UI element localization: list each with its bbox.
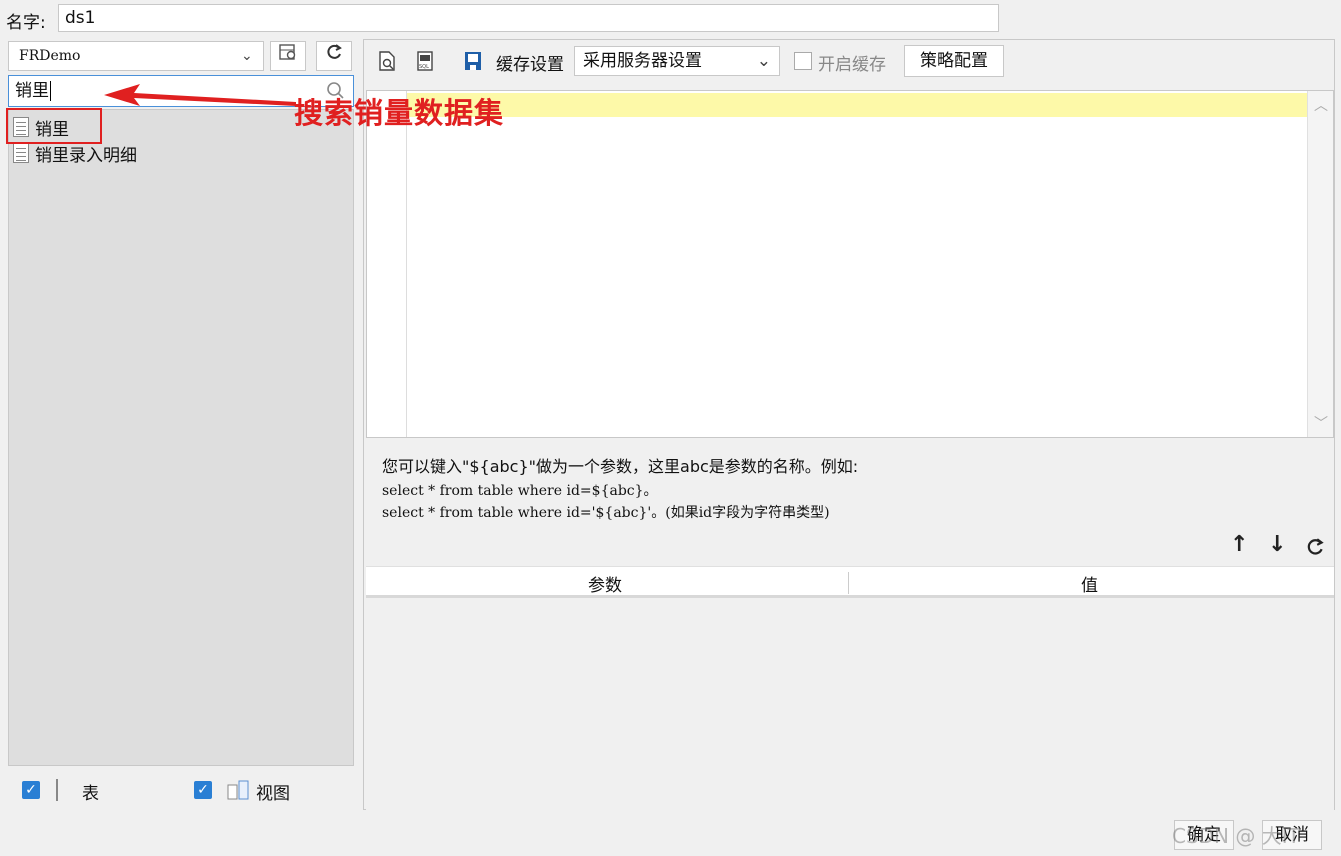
line-number-gutter [367,91,407,437]
scroll-down-icon[interactable]: ﹀ [1314,413,1328,433]
search-input-value: 销里 [15,81,49,101]
view-icon [227,780,249,800]
current-line-highlight [407,93,1307,117]
refresh-icon[interactable] [1304,536,1326,558]
annotation-text: 搜索销量数据集 [294,96,505,130]
table-tree: 销里 销里录入明细 [8,109,354,766]
column-divider[interactable] [848,572,849,594]
enable-cache-checkbox[interactable] [794,52,812,70]
col-header-value: 值 [1081,576,1098,596]
policy-config-button[interactable]: 策略配置 [904,45,1004,77]
preview-table-button[interactable] [270,41,306,71]
cache-icon [465,52,481,70]
cache-settings-label: 缓存设置 [496,55,564,75]
sql-panel: SQL 缓存设置 采用服务器设置 ⌄ 开启缓存 策略配置 ︿ ﹀ 您可以键入"$… [363,39,1335,810]
cache-select[interactable]: 采用服务器设置 ⌄ [574,46,780,76]
refresh-button[interactable] [316,41,352,71]
refresh-icon [327,44,342,59]
watermark: CSDN @ 大IT [1172,824,1300,848]
view-check-label: 视图 [256,784,290,804]
table-check-label: 表 [82,784,99,804]
text-caret [50,81,51,101]
param-table: 参数 值 [366,566,1334,810]
name-label: 名字: [6,13,46,33]
move-down-icon[interactable]: ↓ [1268,532,1286,557]
sql-editor[interactable]: ︿ ﹀ [366,90,1334,438]
param-actions: ↑ ↓ [1230,532,1330,562]
svg-text:SQL: SQL [419,64,429,70]
annotation-arrow [104,84,296,106]
parameter-hint: 您可以键入"${abc}"做为一个参数，这里abc是参数的名称。例如: sele… [382,454,858,524]
hint-line-3: select * from table where id='${abc}'。(如… [382,505,830,521]
tree-item-label: 销里录入明细 [35,145,137,166]
sql-icon[interactable]: SQL [414,50,436,72]
annotation-highlight-box [6,108,102,144]
scroll-up-icon[interactable]: ︿ [1314,95,1328,115]
sql-toolbar: SQL 缓存设置 采用服务器设置 ⌄ 开启缓存 策略配置 [364,40,1334,86]
hint-line-1: 您可以键入"${abc}"做为一个参数，这里abc是参数的名称。例如: [382,457,859,476]
chevron-down-icon: ⌄ [241,48,253,64]
chevron-down-icon: ⌄ [756,51,771,71]
filter-checks: ✓ 表 ✓ 视图 [8,769,354,809]
table-checkbox[interactable]: ✓ [22,781,40,799]
table-preview-icon [279,44,296,60]
hint-line-2: select * from table where id=${abc}。 [382,483,658,499]
datasource-panel: FRDemo ⌄ 销里 销里 销里录入明细 ✓ 表 ✓ 视图 [8,39,354,810]
connection-select[interactable]: FRDemo ⌄ [8,41,264,71]
move-up-icon[interactable]: ↑ [1230,532,1248,557]
connection-value: FRDemo [19,48,81,64]
preview-icon[interactable] [376,50,398,72]
name-input[interactable]: ds1 [58,4,999,32]
param-table-header: 参数 值 [366,566,1334,598]
col-header-param: 参数 [588,576,622,596]
editor-scrollbar[interactable]: ︿ ﹀ [1307,91,1333,437]
cache-select-value: 采用服务器设置 [583,51,702,71]
enable-cache-label: 开启缓存 [818,55,886,75]
table-icon [56,779,58,801]
view-checkbox[interactable]: ✓ [194,781,212,799]
table-icon [13,143,29,163]
